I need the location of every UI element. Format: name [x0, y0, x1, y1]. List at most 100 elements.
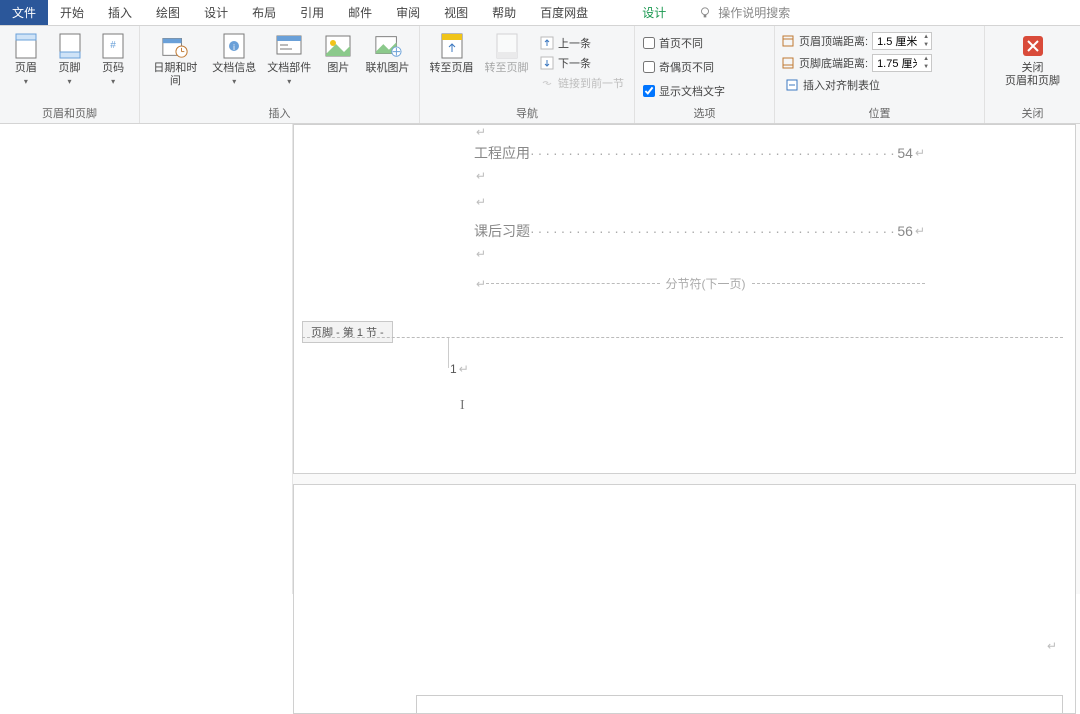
picture-icon: [324, 34, 352, 58]
previous-button[interactable]: 上一条: [536, 34, 628, 52]
toc-entry-title: 工程应用: [474, 143, 530, 163]
chevron-down-icon: ▾: [111, 77, 115, 86]
tab-draw[interactable]: 绘图: [144, 0, 192, 25]
paragraph-mark: ↵: [476, 195, 486, 209]
tab-hf-design[interactable]: 设计: [630, 0, 678, 25]
spin-down-icon[interactable]: ▼: [921, 41, 931, 49]
page-1[interactable]: ↵ 工程应用 ·································…: [293, 124, 1076, 474]
goto-header-button[interactable]: 转至页眉: [426, 30, 477, 77]
document-area[interactable]: ↵ 工程应用 ·································…: [293, 124, 1080, 594]
tab-insert[interactable]: 插入: [96, 0, 144, 25]
close-icon: [1020, 33, 1046, 59]
odd-even-different-checkbox[interactable]: 奇偶页不同: [641, 58, 727, 76]
toc-entry-page: 56: [897, 223, 913, 239]
paragraph-mark: ↵: [476, 247, 486, 261]
page-number-button[interactable]: # 页码 ▾: [93, 30, 133, 88]
tab-design[interactable]: 设计: [192, 0, 240, 25]
footer-page-number[interactable]: 1↵: [450, 362, 469, 376]
align-tab-icon: [785, 78, 799, 92]
prev-icon: [540, 36, 554, 50]
tab-layout[interactable]: 布局: [240, 0, 288, 25]
link-icon: [540, 76, 554, 90]
tab-baidu[interactable]: 百度网盘: [528, 0, 600, 25]
chevron-down-icon: ▾: [287, 77, 291, 86]
paragraph-mark: ↵: [476, 169, 486, 183]
doc-parts-button[interactable]: 文档部件 ▾: [264, 30, 315, 88]
insert-align-tab-button[interactable]: 插入对齐制表位: [781, 76, 932, 94]
header-distance-label: 页眉顶端距离:: [799, 33, 868, 49]
toc-leaders: ········································…: [530, 145, 897, 161]
header-distance-input[interactable]: [873, 35, 921, 47]
page-number-icon: #: [101, 32, 125, 60]
date-time-button[interactable]: 日期和时间: [146, 30, 205, 90]
navigation-pane[interactable]: [0, 124, 293, 594]
workspace: ↵ 工程应用 ·································…: [0, 124, 1080, 594]
paragraph-mark: ↵: [476, 277, 486, 291]
chevron-down-icon: ▾: [232, 77, 236, 86]
first-page-different-checkbox[interactable]: 首页不同: [641, 34, 727, 52]
group-label-nav: 导航: [426, 103, 628, 121]
paragraph-mark: ↵: [1047, 639, 1057, 653]
online-picture-button[interactable]: 联机图片: [362, 30, 413, 77]
tab-bar: 文件 开始 插入 绘图 设计 布局 引用 邮件 审阅 视图 帮助 百度网盘 设计…: [0, 0, 1080, 26]
svg-text:#: #: [110, 40, 116, 51]
goto-header-icon: [440, 32, 464, 60]
next-button[interactable]: 下一条: [536, 54, 628, 72]
paragraph-mark: ↵: [476, 125, 486, 139]
tell-me-search[interactable]: 操作说明搜索: [698, 0, 790, 25]
calendar-icon: [161, 32, 189, 60]
toc-entry-page: 54: [897, 145, 913, 161]
next-icon: [540, 56, 554, 70]
footer-distance-label: 页脚底端距离:: [799, 55, 868, 71]
group-label-position: 位置: [781, 103, 978, 121]
tab-view[interactable]: 视图: [432, 0, 480, 25]
header-button[interactable]: 页眉 ▾: [6, 30, 46, 88]
tab-review[interactable]: 审阅: [384, 0, 432, 25]
paragraph-mark: ↵: [915, 224, 925, 238]
show-doc-text-checkbox[interactable]: 显示文档文字: [641, 82, 727, 100]
tab-home[interactable]: 开始: [48, 0, 96, 25]
footer-distance-spinner[interactable]: ▲▼: [872, 54, 932, 72]
doc-info-button[interactable]: i 文档信息 ▾: [209, 30, 260, 88]
spin-up-icon[interactable]: ▲: [921, 55, 931, 63]
text-cursor: I: [460, 398, 465, 414]
toc-entry-title: 课后习题: [474, 221, 530, 241]
tab-help[interactable]: 帮助: [480, 0, 528, 25]
tab-mailings[interactable]: 邮件: [336, 0, 384, 25]
footer-margin-line: [448, 338, 449, 368]
toc-leaders: ········································…: [530, 223, 897, 239]
group-label-hf: 页眉和页脚: [6, 103, 133, 121]
svg-text:i: i: [233, 43, 235, 52]
paragraph-mark: ↵: [915, 146, 925, 160]
goto-footer-icon: [495, 32, 519, 60]
tab-references[interactable]: 引用: [288, 0, 336, 25]
footer-button[interactable]: 页脚 ▾: [50, 30, 90, 88]
chevron-down-icon: ▾: [68, 77, 72, 86]
tell-me-placeholder: 操作说明搜索: [718, 4, 790, 21]
chevron-down-icon: ▾: [24, 77, 28, 86]
header-edit-outline[interactable]: [416, 695, 1063, 713]
lightbulb-icon: [698, 6, 712, 20]
header-distance-spinner[interactable]: ▲▼: [872, 32, 932, 50]
footer-icon: [58, 32, 82, 60]
close-hf-button[interactable]: 关闭 页眉和页脚: [1003, 30, 1063, 90]
tab-file[interactable]: 文件: [0, 0, 48, 25]
section-break-label: 分节符(下一页): [660, 275, 752, 292]
footer-edit-area[interactable]: 1↵ I: [302, 337, 1063, 467]
spin-down-icon[interactable]: ▼: [921, 63, 931, 71]
section-break-line: [752, 283, 925, 284]
doc-info-icon: i: [222, 32, 246, 60]
picture-button[interactable]: 图片: [319, 30, 358, 77]
ribbon: 页眉 ▾ 页脚 ▾ # 页码 ▾ 页眉和页脚 日期和时间 i: [0, 26, 1080, 124]
header-distance-icon: [781, 34, 795, 48]
page-2[interactable]: ↵: [293, 484, 1076, 714]
link-previous-button: 链接到前一节: [536, 74, 628, 92]
spin-up-icon[interactable]: ▲: [921, 33, 931, 41]
footer-distance-input[interactable]: [873, 57, 921, 69]
header-icon: [14, 32, 38, 60]
goto-footer-button: 转至页脚: [481, 30, 532, 77]
doc-parts-icon: [275, 32, 303, 60]
section-break-line: [486, 283, 659, 284]
footer-distance-icon: [781, 56, 795, 70]
group-label-options: 选项: [641, 103, 768, 121]
